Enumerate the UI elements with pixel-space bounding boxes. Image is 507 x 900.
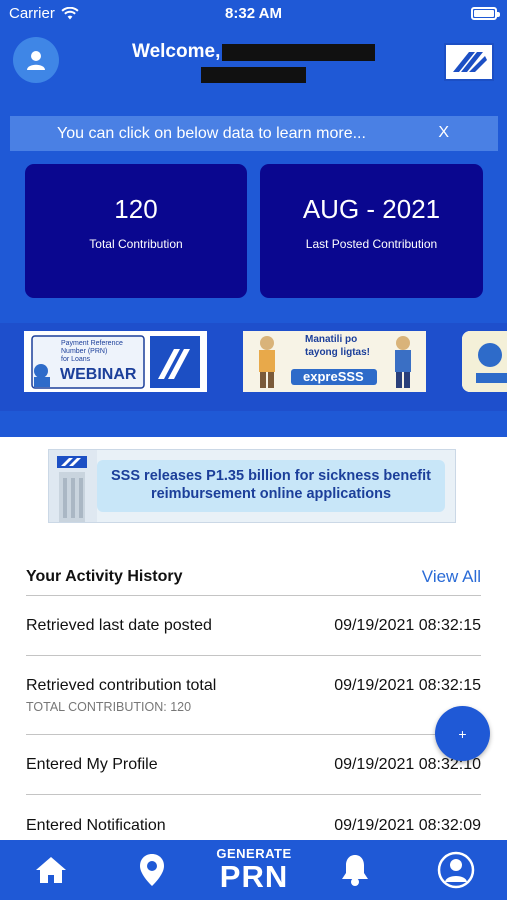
redacted-number xyxy=(201,67,306,83)
expresss-line2: tayong ligtas! xyxy=(305,347,371,358)
user-avatar-button[interactable] xyxy=(13,37,59,83)
total-contribution-card[interactable]: 120 Total Contribution xyxy=(25,164,247,298)
profile-icon xyxy=(437,851,475,889)
activity-row[interactable]: Retrieved contribution total 09/19/2021 … xyxy=(26,655,481,734)
news-banner[interactable]: SSS releases P1.35 billion for sickness … xyxy=(48,449,456,523)
partial-banner-illustration xyxy=(462,331,507,392)
bottom-tab-bar: GENERATE PRN xyxy=(0,840,507,900)
generate-prn-line2: PRN xyxy=(219,859,289,894)
expresss-brand: expreSSS xyxy=(303,369,364,384)
activity-name: Retrieved last date posted xyxy=(26,617,212,634)
info-message: You can click on below data to learn mor… xyxy=(57,124,366,142)
header-area: Carrier 8:32 AM Welcome, You can click o… xyxy=(0,0,507,437)
webinar-line1: Payment Reference xyxy=(61,340,123,347)
activity-timestamp: 09/19/2021 08:32:15 xyxy=(334,677,481,694)
tab-notifications[interactable] xyxy=(330,840,380,900)
activity-row[interactable]: Retrieved last date posted 09/19/2021 08… xyxy=(26,595,481,655)
view-all-link[interactable]: View All xyxy=(422,567,481,587)
promo-banner-partial[interactable] xyxy=(462,331,507,392)
tab-home[interactable] xyxy=(26,840,76,900)
battery-icon xyxy=(471,7,500,20)
activity-name: Entered My Profile xyxy=(26,756,158,773)
webinar-title: WEBINAR xyxy=(60,366,137,383)
activity-name: Retrieved contribution total xyxy=(26,677,217,694)
tab-generate-prn[interactable]: GENERATE PRN xyxy=(208,847,300,893)
news-headline-line1: SSS releases P1.35 billion for sickness … xyxy=(111,468,431,484)
promo-banner-webinar[interactable]: Payment Reference Number (PRN) for Loans… xyxy=(24,331,207,392)
add-fab-button[interactable]: + xyxy=(435,706,490,761)
location-pin-icon xyxy=(140,854,164,886)
webinar-line2: Number (PRN) xyxy=(61,348,108,355)
activity-timestamp: 09/19/2021 08:32:09 xyxy=(334,817,481,834)
activity-row[interactable]: Entered Notification 09/19/2021 08:32:09 xyxy=(26,794,481,840)
webinar-line3: for Loans xyxy=(61,356,91,363)
status-bar: Carrier 8:32 AM xyxy=(0,0,507,28)
last-posted-value: AUG - 2021 xyxy=(302,194,441,224)
activity-row[interactable]: Entered My Profile 09/19/2021 08:32:10 xyxy=(26,734,481,794)
news-headline-line2: reimbursement online applications xyxy=(150,486,392,502)
last-posted-contribution-card[interactable]: AUG - 2021 Last Posted Contribution xyxy=(260,164,483,298)
redacted-name xyxy=(222,44,375,61)
info-banner: You can click on below data to learn mor… xyxy=(10,116,498,151)
status-time: 8:32 AM xyxy=(225,5,282,22)
tab-profile[interactable] xyxy=(430,840,482,900)
news-headline: SSS releases P1.35 billion for sickness … xyxy=(97,460,445,512)
activity-subtext: TOTAL CONTRIBUTION: 120 xyxy=(26,700,192,714)
tab-branch-locator[interactable] xyxy=(127,840,177,900)
home-icon xyxy=(36,857,66,883)
activity-timestamp: 09/19/2021 08:32:15 xyxy=(334,617,481,634)
sss-logo-icon xyxy=(444,43,494,81)
total-contribution-value: 120 xyxy=(114,194,158,224)
news-building-icon xyxy=(49,450,97,522)
info-close-button[interactable]: X xyxy=(438,124,449,142)
promo-carousel[interactable]: Payment Reference Number (PRN) for Loans… xyxy=(0,323,507,411)
promo-banner-expresss[interactable]: Manatili po tayong ligtas! expreSSS xyxy=(243,331,426,392)
bell-icon xyxy=(342,855,368,886)
expresss-line1: Manatili po xyxy=(305,334,358,345)
last-posted-label: Last Posted Contribution xyxy=(305,237,438,251)
total-contribution-label: Total Contribution xyxy=(89,237,183,251)
user-icon xyxy=(27,51,45,70)
activity-name: Entered Notification xyxy=(26,817,166,834)
activity-history-title: Your Activity History xyxy=(26,568,183,585)
welcome-text: Welcome, xyxy=(132,41,221,62)
